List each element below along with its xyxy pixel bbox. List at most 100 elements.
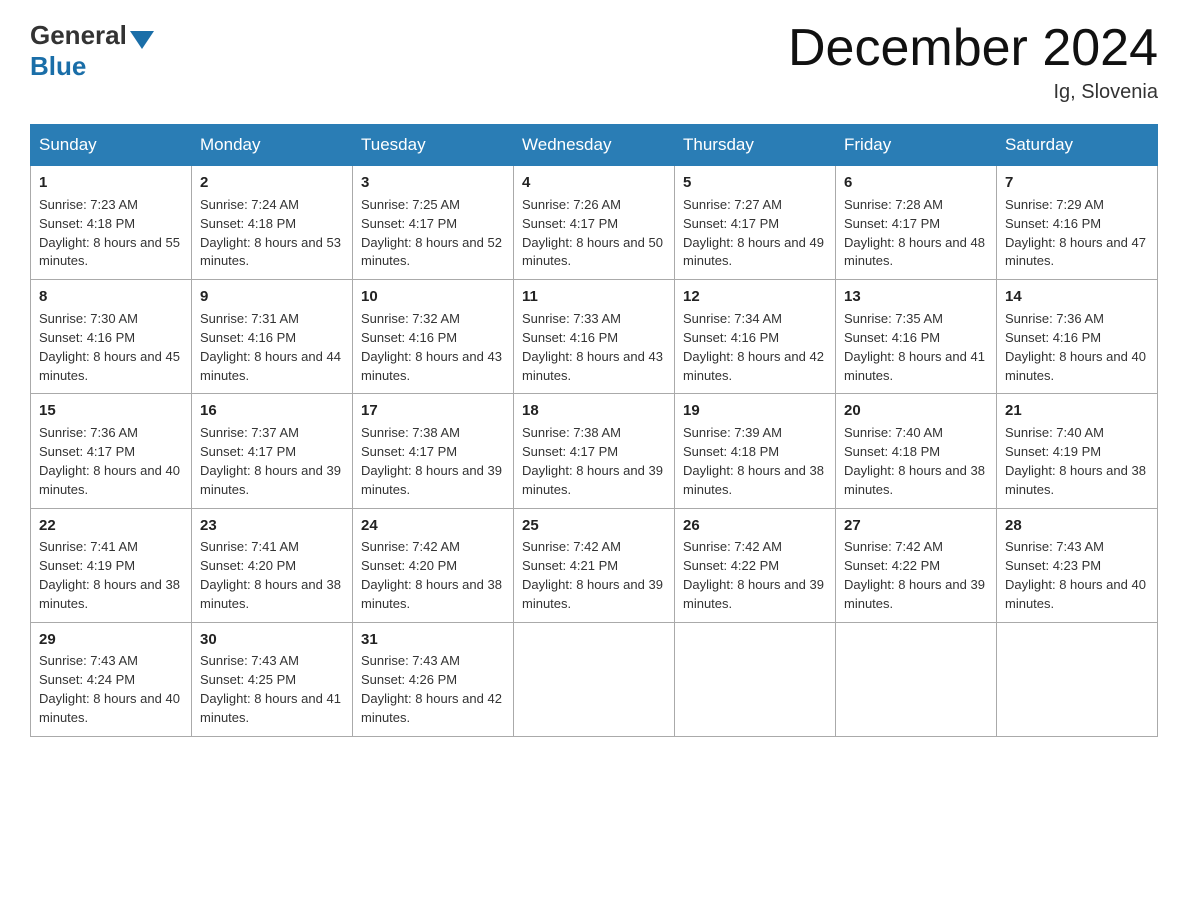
calendar-week-row: 29 Sunrise: 7:43 AMSunset: 4:24 PMDaylig…: [31, 622, 1158, 736]
day-number: 30: [200, 629, 344, 651]
calendar-day-cell: [997, 622, 1158, 736]
day-of-week-header: Monday: [192, 125, 353, 166]
day-info: Sunrise: 7:26 AMSunset: 4:17 PMDaylight:…: [522, 197, 663, 269]
day-info: Sunrise: 7:41 AMSunset: 4:20 PMDaylight:…: [200, 539, 341, 611]
day-info: Sunrise: 7:31 AMSunset: 4:16 PMDaylight:…: [200, 311, 341, 383]
calendar-table: SundayMondayTuesdayWednesdayThursdayFrid…: [30, 124, 1158, 737]
calendar-day-cell: 8 Sunrise: 7:30 AMSunset: 4:16 PMDayligh…: [31, 280, 192, 394]
calendar-header-row: SundayMondayTuesdayWednesdayThursdayFrid…: [31, 125, 1158, 166]
day-info: Sunrise: 7:33 AMSunset: 4:16 PMDaylight:…: [522, 311, 663, 383]
day-number: 11: [522, 286, 666, 308]
calendar-day-cell: 15 Sunrise: 7:36 AMSunset: 4:17 PMDaylig…: [31, 394, 192, 508]
day-number: 24: [361, 515, 505, 537]
day-number: 1: [39, 172, 183, 194]
day-info: Sunrise: 7:40 AMSunset: 4:18 PMDaylight:…: [844, 425, 985, 497]
calendar-week-row: 1 Sunrise: 7:23 AMSunset: 4:18 PMDayligh…: [31, 166, 1158, 280]
day-number: 4: [522, 172, 666, 194]
day-info: Sunrise: 7:35 AMSunset: 4:16 PMDaylight:…: [844, 311, 985, 383]
day-of-week-header: Thursday: [675, 125, 836, 166]
day-info: Sunrise: 7:42 AMSunset: 4:21 PMDaylight:…: [522, 539, 663, 611]
calendar-day-cell: 6 Sunrise: 7:28 AMSunset: 4:17 PMDayligh…: [836, 166, 997, 280]
day-number: 3: [361, 172, 505, 194]
day-number: 5: [683, 172, 827, 194]
day-info: Sunrise: 7:36 AMSunset: 4:17 PMDaylight:…: [39, 425, 180, 497]
day-number: 2: [200, 172, 344, 194]
calendar-day-cell: 30 Sunrise: 7:43 AMSunset: 4:25 PMDaylig…: [192, 622, 353, 736]
day-of-week-header: Friday: [836, 125, 997, 166]
calendar-day-cell: 21 Sunrise: 7:40 AMSunset: 4:19 PMDaylig…: [997, 394, 1158, 508]
calendar-day-cell: 19 Sunrise: 7:39 AMSunset: 4:18 PMDaylig…: [675, 394, 836, 508]
day-number: 31: [361, 629, 505, 651]
day-info: Sunrise: 7:28 AMSunset: 4:17 PMDaylight:…: [844, 197, 985, 269]
day-number: 25: [522, 515, 666, 537]
calendar-day-cell: 26 Sunrise: 7:42 AMSunset: 4:22 PMDaylig…: [675, 508, 836, 622]
day-number: 16: [200, 400, 344, 422]
calendar-week-row: 8 Sunrise: 7:30 AMSunset: 4:16 PMDayligh…: [31, 280, 1158, 394]
day-number: 27: [844, 515, 988, 537]
day-info: Sunrise: 7:25 AMSunset: 4:17 PMDaylight:…: [361, 197, 502, 269]
day-number: 17: [361, 400, 505, 422]
logo-blue-text: Blue: [30, 51, 86, 82]
day-info: Sunrise: 7:43 AMSunset: 4:23 PMDaylight:…: [1005, 539, 1146, 611]
calendar-day-cell: [675, 622, 836, 736]
day-number: 23: [200, 515, 344, 537]
day-info: Sunrise: 7:30 AMSunset: 4:16 PMDaylight:…: [39, 311, 180, 383]
day-number: 15: [39, 400, 183, 422]
day-info: Sunrise: 7:41 AMSunset: 4:19 PMDaylight:…: [39, 539, 180, 611]
calendar-day-cell: 3 Sunrise: 7:25 AMSunset: 4:17 PMDayligh…: [353, 166, 514, 280]
day-info: Sunrise: 7:34 AMSunset: 4:16 PMDaylight:…: [683, 311, 824, 383]
day-number: 26: [683, 515, 827, 537]
day-number: 20: [844, 400, 988, 422]
day-info: Sunrise: 7:43 AMSunset: 4:25 PMDaylight:…: [200, 653, 341, 725]
day-number: 8: [39, 286, 183, 308]
day-of-week-header: Tuesday: [353, 125, 514, 166]
day-of-week-header: Wednesday: [514, 125, 675, 166]
calendar-day-cell: 16 Sunrise: 7:37 AMSunset: 4:17 PMDaylig…: [192, 394, 353, 508]
day-number: 6: [844, 172, 988, 194]
day-number: 18: [522, 400, 666, 422]
day-info: Sunrise: 7:38 AMSunset: 4:17 PMDaylight:…: [522, 425, 663, 497]
day-info: Sunrise: 7:36 AMSunset: 4:16 PMDaylight:…: [1005, 311, 1146, 383]
calendar-day-cell: 27 Sunrise: 7:42 AMSunset: 4:22 PMDaylig…: [836, 508, 997, 622]
day-number: 29: [39, 629, 183, 651]
calendar-day-cell: 24 Sunrise: 7:42 AMSunset: 4:20 PMDaylig…: [353, 508, 514, 622]
day-info: Sunrise: 7:23 AMSunset: 4:18 PMDaylight:…: [39, 197, 180, 269]
calendar-day-cell: 18 Sunrise: 7:38 AMSunset: 4:17 PMDaylig…: [514, 394, 675, 508]
day-info: Sunrise: 7:24 AMSunset: 4:18 PMDaylight:…: [200, 197, 341, 269]
day-number: 13: [844, 286, 988, 308]
calendar-day-cell: 4 Sunrise: 7:26 AMSunset: 4:17 PMDayligh…: [514, 166, 675, 280]
calendar-day-cell: 31 Sunrise: 7:43 AMSunset: 4:26 PMDaylig…: [353, 622, 514, 736]
day-info: Sunrise: 7:32 AMSunset: 4:16 PMDaylight:…: [361, 311, 502, 383]
day-number: 22: [39, 515, 183, 537]
location-label: Ig, Slovenia: [788, 81, 1158, 104]
day-number: 14: [1005, 286, 1149, 308]
day-info: Sunrise: 7:43 AMSunset: 4:24 PMDaylight:…: [39, 653, 180, 725]
day-info: Sunrise: 7:27 AMSunset: 4:17 PMDaylight:…: [683, 197, 824, 269]
day-info: Sunrise: 7:38 AMSunset: 4:17 PMDaylight:…: [361, 425, 502, 497]
calendar-day-cell: 11 Sunrise: 7:33 AMSunset: 4:16 PMDaylig…: [514, 280, 675, 394]
day-info: Sunrise: 7:42 AMSunset: 4:22 PMDaylight:…: [844, 539, 985, 611]
calendar-day-cell: 29 Sunrise: 7:43 AMSunset: 4:24 PMDaylig…: [31, 622, 192, 736]
title-section: December 2024 Ig, Slovenia: [788, 20, 1158, 104]
calendar-day-cell: 23 Sunrise: 7:41 AMSunset: 4:20 PMDaylig…: [192, 508, 353, 622]
calendar-day-cell: 12 Sunrise: 7:34 AMSunset: 4:16 PMDaylig…: [675, 280, 836, 394]
day-info: Sunrise: 7:37 AMSunset: 4:17 PMDaylight:…: [200, 425, 341, 497]
day-number: 21: [1005, 400, 1149, 422]
calendar-day-cell: 22 Sunrise: 7:41 AMSunset: 4:19 PMDaylig…: [31, 508, 192, 622]
day-info: Sunrise: 7:42 AMSunset: 4:20 PMDaylight:…: [361, 539, 502, 611]
month-title: December 2024: [788, 20, 1158, 77]
day-of-week-header: Saturday: [997, 125, 1158, 166]
day-number: 12: [683, 286, 827, 308]
calendar-week-row: 15 Sunrise: 7:36 AMSunset: 4:17 PMDaylig…: [31, 394, 1158, 508]
day-of-week-header: Sunday: [31, 125, 192, 166]
logo-general-text: General: [30, 20, 127, 51]
day-info: Sunrise: 7:39 AMSunset: 4:18 PMDaylight:…: [683, 425, 824, 497]
day-number: 10: [361, 286, 505, 308]
calendar-day-cell: 10 Sunrise: 7:32 AMSunset: 4:16 PMDaylig…: [353, 280, 514, 394]
calendar-day-cell: 28 Sunrise: 7:43 AMSunset: 4:23 PMDaylig…: [997, 508, 1158, 622]
day-number: 19: [683, 400, 827, 422]
calendar-day-cell: 13 Sunrise: 7:35 AMSunset: 4:16 PMDaylig…: [836, 280, 997, 394]
calendar-day-cell: 20 Sunrise: 7:40 AMSunset: 4:18 PMDaylig…: [836, 394, 997, 508]
day-info: Sunrise: 7:40 AMSunset: 4:19 PMDaylight:…: [1005, 425, 1146, 497]
calendar-week-row: 22 Sunrise: 7:41 AMSunset: 4:19 PMDaylig…: [31, 508, 1158, 622]
